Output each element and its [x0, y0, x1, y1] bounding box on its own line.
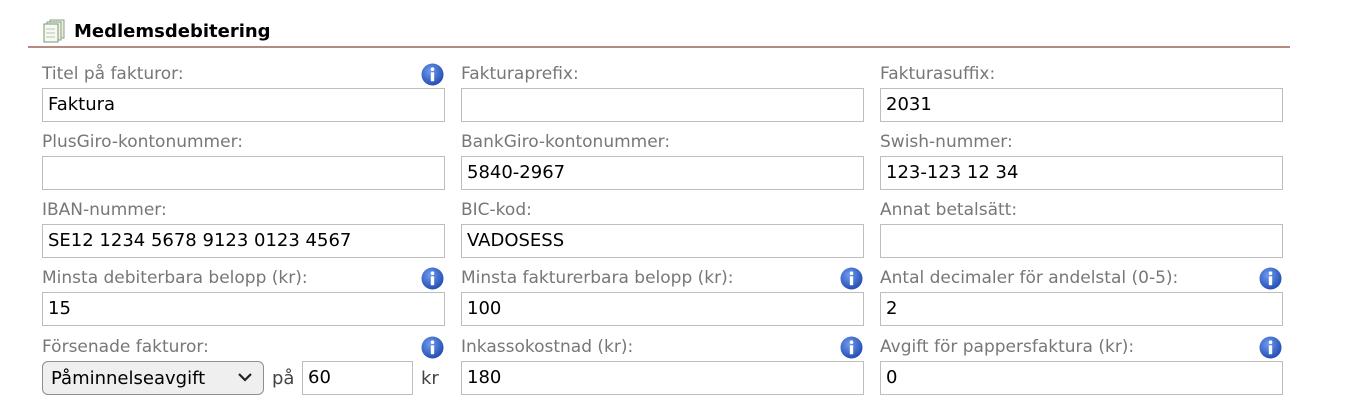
plusgiro-input[interactable]: [42, 156, 445, 190]
minsta-deb-input[interactable]: 15: [42, 292, 445, 326]
bankgiro-label: BankGiro-kontonummer:: [461, 132, 671, 152]
forsenade-amount-input[interactable]: 60: [302, 361, 413, 395]
prefix-label: Fakturaprefix:: [461, 64, 579, 84]
info-icon[interactable]: [840, 267, 863, 290]
prefix-input[interactable]: [461, 88, 864, 122]
decimaler-input[interactable]: 2: [880, 292, 1283, 326]
decimaler-label: Antal decimaler för andelstal (0-5):: [880, 268, 1179, 288]
iban-label: IBAN-nummer:: [42, 200, 167, 220]
section-title: Medlemsdebitering: [74, 21, 271, 42]
annat-input[interactable]: [880, 224, 1283, 258]
titel-input[interactable]: Faktura: [42, 88, 445, 122]
kr-unit: kr: [421, 368, 439, 389]
info-icon[interactable]: [421, 63, 444, 86]
swish-input[interactable]: 123-123 12 34: [880, 156, 1283, 190]
section-header: Medlemsdebitering: [28, 14, 1290, 48]
inkasso-label: Inkassokostnad (kr):: [461, 337, 634, 357]
info-icon[interactable]: [840, 336, 863, 359]
forsenade-label: Försenade fakturor:: [42, 337, 209, 357]
pappers-label: Avgift för pappersfaktura (kr):: [880, 337, 1135, 357]
forsenade-selected: Påminnelseavgift: [51, 368, 206, 389]
titel-label: Titel på fakturor:: [42, 64, 184, 84]
chevron-down-icon: [238, 373, 252, 382]
plusgiro-label: PlusGiro-kontonummer:: [42, 132, 243, 152]
info-icon[interactable]: [421, 267, 444, 290]
pappers-input[interactable]: 0: [880, 361, 1283, 395]
info-icon[interactable]: [1259, 336, 1282, 359]
info-icon[interactable]: [421, 336, 444, 359]
bankgiro-input[interactable]: 5840-2967: [461, 156, 864, 190]
forsenade-select[interactable]: Påminnelseavgift: [42, 361, 264, 395]
minsta-deb-label: Minsta debiterbara belopp (kr):: [42, 268, 308, 288]
iban-input[interactable]: SE12 1234 5678 9123 0123 4567: [42, 224, 445, 258]
pa-text: på: [272, 368, 295, 389]
swish-label: Swish-nummer:: [880, 132, 1013, 152]
bic-input[interactable]: VADOSESS: [461, 224, 864, 258]
bic-label: BIC-kod:: [461, 200, 532, 220]
annat-label: Annat betalsätt:: [880, 200, 1018, 220]
suffix-label: Fakturasuffix:: [880, 64, 996, 84]
inkasso-input[interactable]: 180: [461, 361, 864, 395]
minsta-fakt-label: Minsta fakturerbara belopp (kr):: [461, 268, 734, 288]
info-icon[interactable]: [1259, 267, 1282, 290]
suffix-input[interactable]: 2031: [880, 88, 1283, 122]
minsta-fakt-input[interactable]: 100: [461, 292, 864, 326]
document-stack-icon: [43, 19, 65, 43]
